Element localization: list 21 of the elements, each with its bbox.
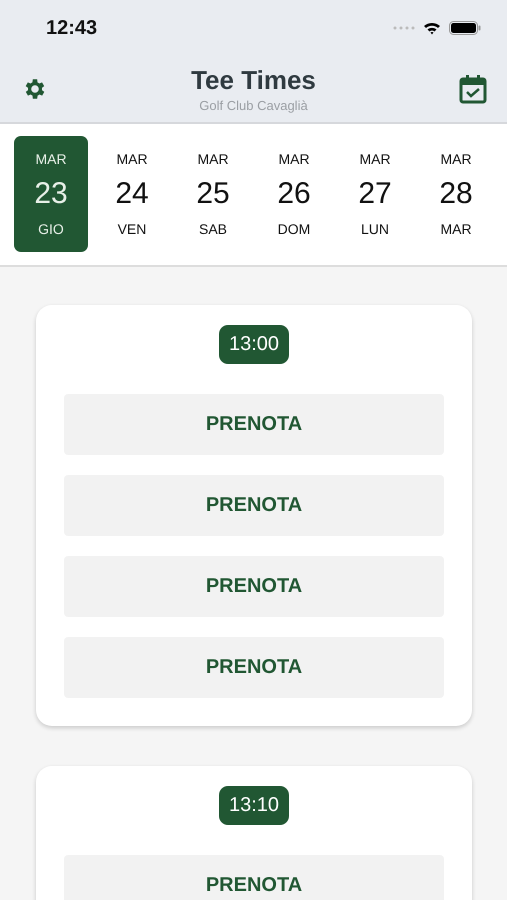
time-badge: 13:10	[218, 786, 290, 825]
date-tab[interactable]: MAR 24 VEN	[95, 136, 169, 252]
date-tab[interactable]: MAR 26 DOM	[257, 136, 331, 252]
date-tab[interactable]: MAR 23 GIO	[14, 136, 88, 252]
battery-icon	[449, 21, 481, 35]
book-button[interactable]: PRENOTA	[64, 556, 444, 617]
book-button[interactable]: PRENOTA	[64, 475, 444, 536]
app-title: Tee Times	[191, 65, 316, 96]
signal-icon	[393, 26, 415, 30]
book-button[interactable]: PRENOTA	[64, 855, 444, 900]
calendar-check-icon	[459, 74, 487, 104]
date-tab[interactable]: MAR 27 LUN	[338, 136, 412, 252]
book-button[interactable]: PRENOTA	[64, 394, 444, 455]
calendar-button[interactable]	[459, 74, 487, 104]
date-tab[interactable]: MAR 25 SAB	[176, 136, 250, 252]
date-tab[interactable]: MAR 28 MAR	[419, 136, 493, 252]
club-name: Golf Club Cavaglià	[199, 98, 308, 113]
time-badge: 13:00	[218, 325, 290, 364]
wifi-icon	[423, 21, 441, 35]
status-time: 12:43	[46, 16, 98, 40]
book-button[interactable]: PRENOTA	[64, 637, 444, 698]
